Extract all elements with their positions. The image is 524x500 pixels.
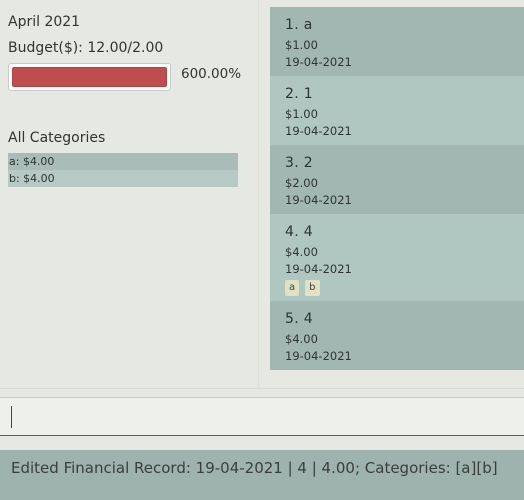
budget-percent: 600.00% [181,66,242,82]
progress-track [12,67,167,87]
record-date: 19-04-2021 [285,55,352,69]
record-title: 3. 2 [285,155,313,171]
record-date: 19-04-2021 [285,124,352,138]
record-amount: $4.00 [285,332,318,346]
record-tags: a b [285,280,320,296]
record-amount: $2.00 [285,176,318,190]
command-box[interactable] [0,397,524,436]
record-title: 5. 4 [285,311,313,327]
record-card[interactable]: 1. a $1.00 19-04-2021 [270,7,524,76]
month-label: April 2021 [8,14,81,30]
category-item[interactable]: a: $4.00 [8,153,238,170]
record-date: 19-04-2021 [285,349,352,363]
record-amount: $1.00 [285,107,318,121]
record-title: 4. 4 [285,224,313,240]
record-card[interactable]: 3. 2 $2.00 19-04-2021 [270,145,524,214]
record-card[interactable]: 2. 1 $1.00 19-04-2021 [270,76,524,145]
category-item[interactable]: b: $4.00 [8,170,238,187]
category-tag: b [305,280,320,296]
result-display: Edited Financial Record: 19-04-2021 | 4 … [0,450,524,500]
progress-fill [12,67,167,87]
record-card[interactable]: 5. 4 $4.00 19-04-2021 [270,301,524,370]
record-date: 19-04-2021 [285,262,352,276]
budget-progress-bar [8,63,171,91]
record-date: 19-04-2021 [285,193,352,207]
record-amount: $4.00 [285,245,318,259]
command-input[interactable] [0,398,524,435]
section-divider [0,388,524,389]
result-message: Edited Financial Record: 19-04-2021 | 4 … [11,459,498,477]
categories-title: All Categories [8,130,106,146]
text-caret [11,406,12,428]
record-list: 1. a $1.00 19-04-2021 2. 1 $1.00 19-04-2… [270,7,524,370]
summary-panel: April 2021 Budget($): 12.00/2.00 600.00%… [0,0,258,388]
panel-divider [258,0,259,388]
record-title: 1. a [285,17,313,33]
record-amount: $1.00 [285,38,318,52]
record-title: 2. 1 [285,86,313,102]
category-list: a: $4.00 b: $4.00 [8,153,238,187]
category-tag: a [285,280,300,296]
record-card[interactable]: 4. 4 $4.00 19-04-2021 a b [270,214,524,301]
budget-label: Budget($): 12.00/2.00 [8,40,164,56]
